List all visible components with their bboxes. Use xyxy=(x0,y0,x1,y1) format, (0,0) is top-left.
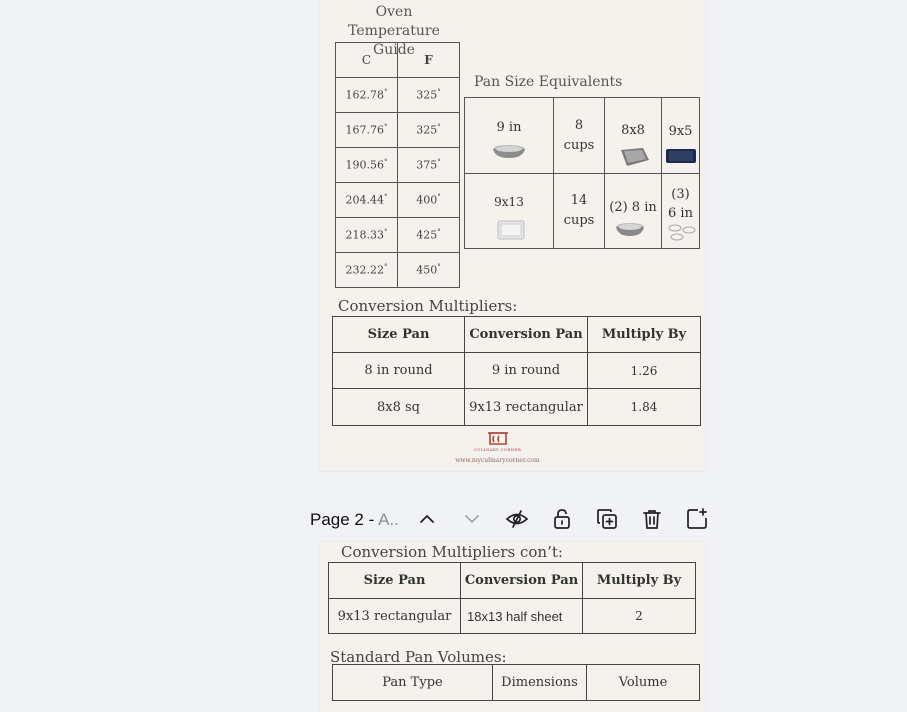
table-header: Size Pan xyxy=(332,316,465,353)
square-pan-icon xyxy=(621,148,649,166)
table-row: 9x13 14 cups (2) 8 in (3) 6 in xyxy=(464,173,700,249)
standard-volumes-table: Pan Type Dimensions Volume xyxy=(332,664,700,701)
website-text: www.myculinarycorner.com xyxy=(455,457,540,464)
table-row: 8 in round 9 in round 1.26 xyxy=(332,352,701,389)
trash-icon[interactable] xyxy=(640,507,664,531)
table-row: 204.44° 400° xyxy=(335,182,460,218)
table-row: Size Pan Conversion Pan Multiply By xyxy=(332,316,701,353)
pan-label: (3) 6 in xyxy=(668,187,693,221)
oven-temperature-table: C F 162.78° 325° 167.76° 325° 190.56° 37… xyxy=(335,42,460,288)
rectangular-pan-icon xyxy=(497,220,525,240)
pan-label: 14 cups xyxy=(563,193,595,228)
add-page-icon[interactable] xyxy=(685,507,709,531)
hide-icon[interactable] xyxy=(505,507,529,531)
conversion-cont-table: Size Pan Conversion Pan Multiply By 9x13… xyxy=(328,562,696,634)
round-pans-icon xyxy=(616,223,644,236)
pan-cell: (3) 6 in xyxy=(661,173,700,249)
table-row: Pan Type Dimensions Volume xyxy=(332,664,700,701)
table-cell: 9x13 rectangular xyxy=(464,388,588,426)
table-row: 8x8 sq 9x13 rectangular 1.84 xyxy=(332,388,701,426)
table-header: Conversion Pan xyxy=(464,316,588,353)
table-header: F xyxy=(397,42,460,78)
design-page-1[interactable]: Oven Temperature Guide C F 162.78° 325° … xyxy=(320,0,705,471)
pan-label: 8 cups xyxy=(563,117,595,153)
table-cell: 190.56° xyxy=(335,147,398,183)
table-cell: 325° xyxy=(397,77,460,113)
pan-cell: 9x13 xyxy=(464,173,554,249)
table-row: 232.22° 450° xyxy=(335,252,460,288)
table-cell: 9 in round xyxy=(464,352,588,389)
pan-cell: 14 cups xyxy=(553,173,605,249)
table-row: 9x13 rectangular 18x13 half sheet 2 xyxy=(328,598,696,634)
table-row: 190.56° 375° xyxy=(335,147,460,183)
table-cell: 8x8 sq xyxy=(332,388,465,426)
table-cell: 232.22° xyxy=(335,252,398,288)
pan-label: 8x8 xyxy=(621,123,645,138)
table-cell: 450° xyxy=(397,252,460,288)
table-row: C F xyxy=(335,42,460,78)
design-page-2[interactable]: Conversion Multipliers con’t: Size Pan C… xyxy=(320,542,705,712)
table-cell: 18x13 half sheet xyxy=(460,598,583,634)
table-cell: 375° xyxy=(397,147,460,183)
pan-cell: 9 in xyxy=(464,97,554,174)
culinary-corner-logo-icon xyxy=(488,432,508,445)
table-header: Pan Type xyxy=(332,664,493,701)
table-cell: 400° xyxy=(397,182,460,218)
table-row: Size Pan Conversion Pan Multiply By xyxy=(328,562,696,599)
chevron-down-icon[interactable] xyxy=(460,507,484,531)
table-cell: 218.33° xyxy=(335,217,398,253)
chevron-up-icon[interactable] xyxy=(415,507,439,531)
table-row: 167.76° 325° xyxy=(335,112,460,148)
pan-label: 9x13 xyxy=(494,195,524,209)
table-header: C xyxy=(335,42,398,78)
unlock-icon[interactable] xyxy=(550,507,574,531)
duplicate-icon[interactable] xyxy=(595,507,619,531)
table-cell: 1.26 xyxy=(587,352,701,389)
table-cell: 162.78° xyxy=(335,77,398,113)
table-cell: 167.76° xyxy=(335,112,398,148)
pan-cell: 8x8 xyxy=(604,97,662,174)
table-header: Multiply By xyxy=(587,316,701,353)
pan-label: (2) 8 in xyxy=(609,199,657,215)
conversion-title: Conversion Multipliers: xyxy=(338,297,518,315)
table-header: Dimensions xyxy=(492,664,587,701)
table-cell: 8 in round xyxy=(332,352,465,389)
page-title-label[interactable]: Page 2 - A.. xyxy=(310,510,399,530)
table-header: Volume xyxy=(586,664,700,701)
table-cell: 325° xyxy=(397,112,460,148)
table-row: 162.78° 325° xyxy=(335,77,460,113)
page-toolbar: Page 2 - A.. xyxy=(310,506,720,534)
pan-label: 9x5 xyxy=(668,124,693,139)
table-cell: 425° xyxy=(397,217,460,253)
conversion-cont-title: Conversion Multipliers con’t: xyxy=(341,543,563,561)
table-header: Size Pan xyxy=(328,562,461,599)
pan-size-table: 9 in 8 cups 8x8 9x5 9x13 14 cups (2) 8 i… xyxy=(464,97,700,249)
pan-size-title: Pan Size Equivalents xyxy=(474,74,623,90)
small-pans-icon xyxy=(668,224,696,241)
table-row: 9 in 8 cups 8x8 9x5 xyxy=(464,97,700,174)
pan-cell: 9x5 xyxy=(661,97,700,174)
loaf-pan-icon xyxy=(666,149,696,163)
conversion-table: Size Pan Conversion Pan Multiply By 8 in… xyxy=(332,316,701,426)
table-cell: 9x13 rectangular xyxy=(328,598,461,634)
table-cell: 2 xyxy=(582,598,696,634)
table-cell: 204.44° xyxy=(335,182,398,218)
table-row: 218.33° 425° xyxy=(335,217,460,253)
pan-label: 9 in xyxy=(496,119,522,135)
round-pan-icon xyxy=(493,145,525,158)
pan-cell: (2) 8 in xyxy=(604,173,662,249)
pan-cell: 8 cups xyxy=(553,97,605,174)
logo-text: CULINARY CORNER xyxy=(473,447,522,452)
table-header: Multiply By xyxy=(582,562,696,599)
table-header: Conversion Pan xyxy=(460,562,583,599)
table-cell: 1.84 xyxy=(587,388,701,426)
